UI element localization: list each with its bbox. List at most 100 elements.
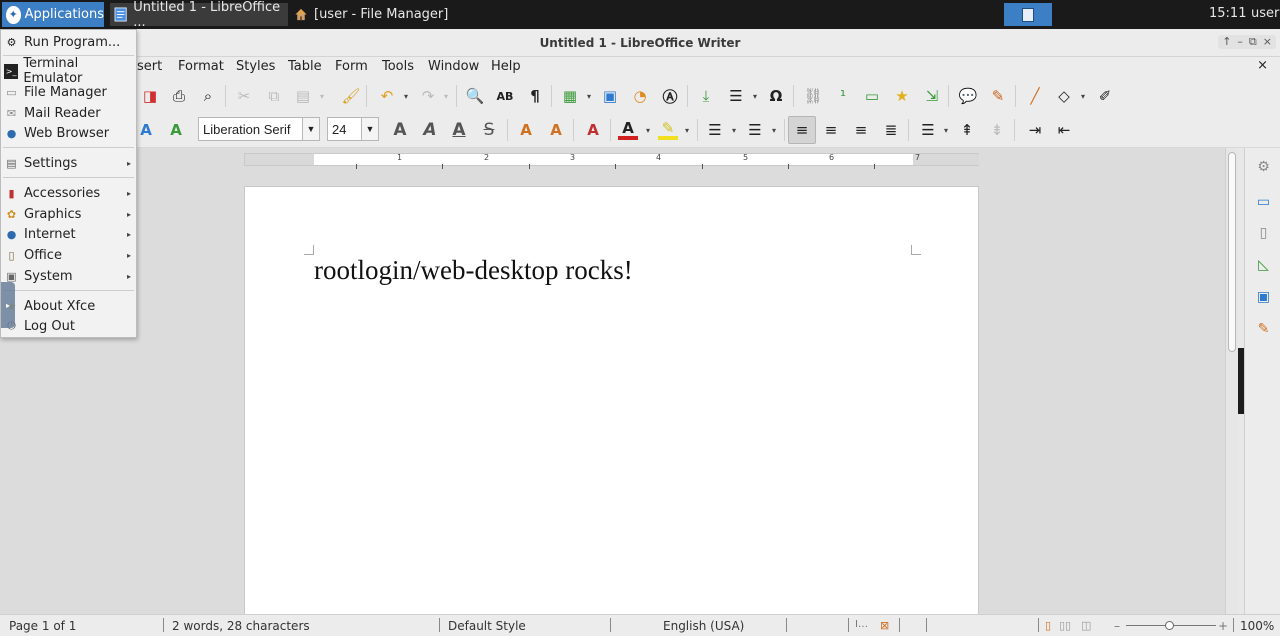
show-desktop-icon[interactable] [1004, 3, 1052, 26]
ruler-tab-stop[interactable] [788, 164, 789, 169]
align-left-icon[interactable]: ≡ [788, 116, 816, 144]
basic-shapes-dropdown-icon[interactable]: ▾ [1081, 92, 1085, 101]
insert-textbox-icon[interactable]: Ⓐ [660, 86, 680, 106]
insert-chart-icon[interactable]: ◔ [630, 86, 650, 106]
ruler-tab-stop[interactable] [442, 164, 443, 169]
menu-item-file-manager[interactable]: ▭ File Manager [1, 82, 136, 102]
menu-item-about-xfce[interactable]: ★ About Xfce [1, 296, 136, 316]
track-changes-icon[interactable]: ✎ [988, 86, 1008, 106]
keep-above-button[interactable]: ↑ [1222, 35, 1231, 49]
print-icon[interactable]: ⎙ [169, 86, 189, 106]
undo-dropdown-icon[interactable]: ▾ [404, 92, 408, 101]
taskbar-item-file-manager[interactable]: [user - File Manager] [290, 3, 468, 26]
spelling-icon[interactable]: AB [495, 86, 515, 106]
menu-window[interactable]: Window [428, 59, 479, 74]
menu-tools[interactable]: Tools [382, 59, 414, 74]
font-color-dropdown-icon[interactable]: ▾ [646, 126, 650, 135]
unordered-list-dropdown-icon[interactable]: ▾ [732, 126, 736, 135]
menu-item-system[interactable]: ▣ System ▸ [1, 266, 136, 286]
find-replace-icon[interactable]: 🔍 [465, 86, 485, 106]
insert-image-icon[interactable]: ▣ [600, 86, 620, 106]
sidebar-styles-icon[interactable]: ◺ [1254, 255, 1273, 274]
print-preview-icon[interactable]: ⌕ [198, 86, 218, 106]
horizontal-ruler[interactable]: 1 2 3 4 5 6 7 [244, 153, 979, 169]
highlight-color-icon[interactable]: ✎ [658, 119, 678, 140]
zoom-percentage[interactable]: 100% [1240, 619, 1274, 633]
redo-icon[interactable]: ↷ [418, 86, 438, 106]
insert-table-dropdown-icon[interactable]: ▾ [587, 92, 591, 101]
ruler-tab-stop[interactable] [529, 164, 530, 169]
panel-user[interactable]: user [1251, 6, 1279, 21]
ordered-list-icon[interactable]: ☰ [745, 120, 765, 140]
taskbar-item-writer[interactable]: Untitled 1 - LibreOffice ... [110, 0, 288, 30]
book-view-icon[interactable]: ◫ [1081, 619, 1091, 632]
font-name-dropdown-icon[interactable]: ▼ [302, 118, 319, 140]
document-page[interactable]: rootlogin/web-desktop rocks! [244, 186, 979, 614]
menu-styles[interactable]: Styles [236, 59, 275, 74]
menu-insert[interactable]: sert [137, 59, 162, 74]
decrease-paragraph-spacing-icon[interactable]: ⇟ [987, 120, 1007, 140]
menu-item-terminal[interactable]: >_ Terminal Emulator [1, 56, 136, 86]
unordered-list-icon[interactable]: ☰ [705, 120, 725, 140]
zoom-out-button[interactable]: – [1114, 619, 1120, 633]
highlight-dropdown-icon[interactable]: ▾ [685, 126, 689, 135]
insert-page-break-icon[interactable]: ⤓ [696, 86, 716, 106]
endnote-icon[interactable]: ▭ [862, 86, 882, 106]
special-character-icon[interactable]: Ω [766, 86, 786, 106]
sidebar-page-icon[interactable]: ▯ [1254, 223, 1273, 242]
minimize-button[interactable]: – [1237, 35, 1243, 49]
multi-page-view-icon[interactable]: ▯▯ [1059, 619, 1071, 632]
line-spacing-icon[interactable]: ☰ [918, 120, 938, 140]
menu-help[interactable]: Help [491, 59, 521, 74]
font-size-combo[interactable]: 24 ▼ [327, 117, 379, 141]
insert-line-icon[interactable]: ╱ [1025, 86, 1045, 106]
undo-icon[interactable]: ↶ [377, 86, 397, 106]
insert-mode-icon[interactable]: I… [855, 619, 868, 630]
panel-drag-handle-icon[interactable]: ▸ [1, 282, 15, 328]
bookmark-icon[interactable]: ★ [892, 86, 912, 106]
menu-item-office[interactable]: ▯ Office ▸ [1, 245, 136, 265]
sidebar-settings-icon[interactable]: ⚙ [1254, 157, 1273, 176]
ruler-tab-stop[interactable] [356, 164, 357, 169]
paste-icon[interactable]: ▤ [293, 86, 313, 106]
vertical-scrollbar[interactable] [1225, 148, 1238, 614]
font-color-icon[interactable]: A [618, 119, 638, 140]
increase-indent-icon[interactable]: ⇥ [1025, 120, 1045, 140]
applications-menu-button[interactable]: ✦ Applications [2, 2, 104, 27]
basic-shapes-icon[interactable]: ◇ [1054, 86, 1074, 106]
window-titlebar[interactable]: Untitled 1 - LibreOffice Writer ↑ – ⧉ × [0, 29, 1280, 57]
clear-formatting-icon[interactable]: A [583, 120, 603, 140]
decrease-indent-icon[interactable]: ⇤ [1054, 120, 1074, 140]
comment-icon[interactable]: 💬 [958, 86, 978, 106]
menu-form[interactable]: Form [335, 59, 368, 74]
menu-item-run-program[interactable]: ⚙ Run Program... [1, 32, 136, 52]
menu-table[interactable]: Table [288, 59, 322, 74]
superscript-icon[interactable]: A [516, 120, 536, 140]
align-right-icon[interactable]: ≡ [851, 120, 871, 140]
bold-icon[interactable]: A [390, 120, 410, 140]
strikethrough-icon[interactable]: S [479, 120, 499, 140]
menu-item-mail-reader[interactable]: ✉ Mail Reader [1, 103, 136, 123]
ruler-tab-stop[interactable] [702, 164, 703, 169]
menu-item-accessories[interactable]: ▮ Accessories ▸ [1, 183, 136, 203]
menu-item-web-browser[interactable]: ● Web Browser [1, 123, 136, 143]
single-page-view-icon[interactable]: ▯ [1045, 619, 1051, 632]
document-text[interactable]: rootlogin/web-desktop rocks! [314, 255, 633, 286]
increase-paragraph-spacing-icon[interactable]: ⇞ [957, 120, 977, 140]
page-style[interactable]: Default Style [448, 619, 526, 633]
word-count[interactable]: 2 words, 28 characters [172, 619, 310, 633]
zoom-in-button[interactable]: + [1218, 619, 1228, 633]
font-name-combo[interactable]: Liberation Serif ▼ [198, 117, 320, 141]
line-spacing-dropdown-icon[interactable]: ▾ [944, 126, 948, 135]
justify-icon[interactable]: ≣ [881, 120, 901, 140]
update-style-icon[interactable]: A [136, 120, 156, 140]
redo-dropdown-icon[interactable]: ▾ [444, 92, 448, 101]
insert-field-icon[interactable]: ☰ [726, 86, 746, 106]
draw-functions-icon[interactable]: ✐ [1095, 86, 1115, 106]
footnote-icon[interactable]: ¹ [833, 86, 853, 106]
cut-icon[interactable]: ✂ [234, 86, 254, 106]
maximize-button[interactable]: ⧉ [1249, 35, 1257, 49]
cross-reference-icon[interactable]: ⇲ [922, 86, 942, 106]
sidebar-gallery-icon[interactable]: ▣ [1254, 287, 1273, 306]
hyperlink-icon[interactable]: ⛓ [803, 86, 823, 106]
